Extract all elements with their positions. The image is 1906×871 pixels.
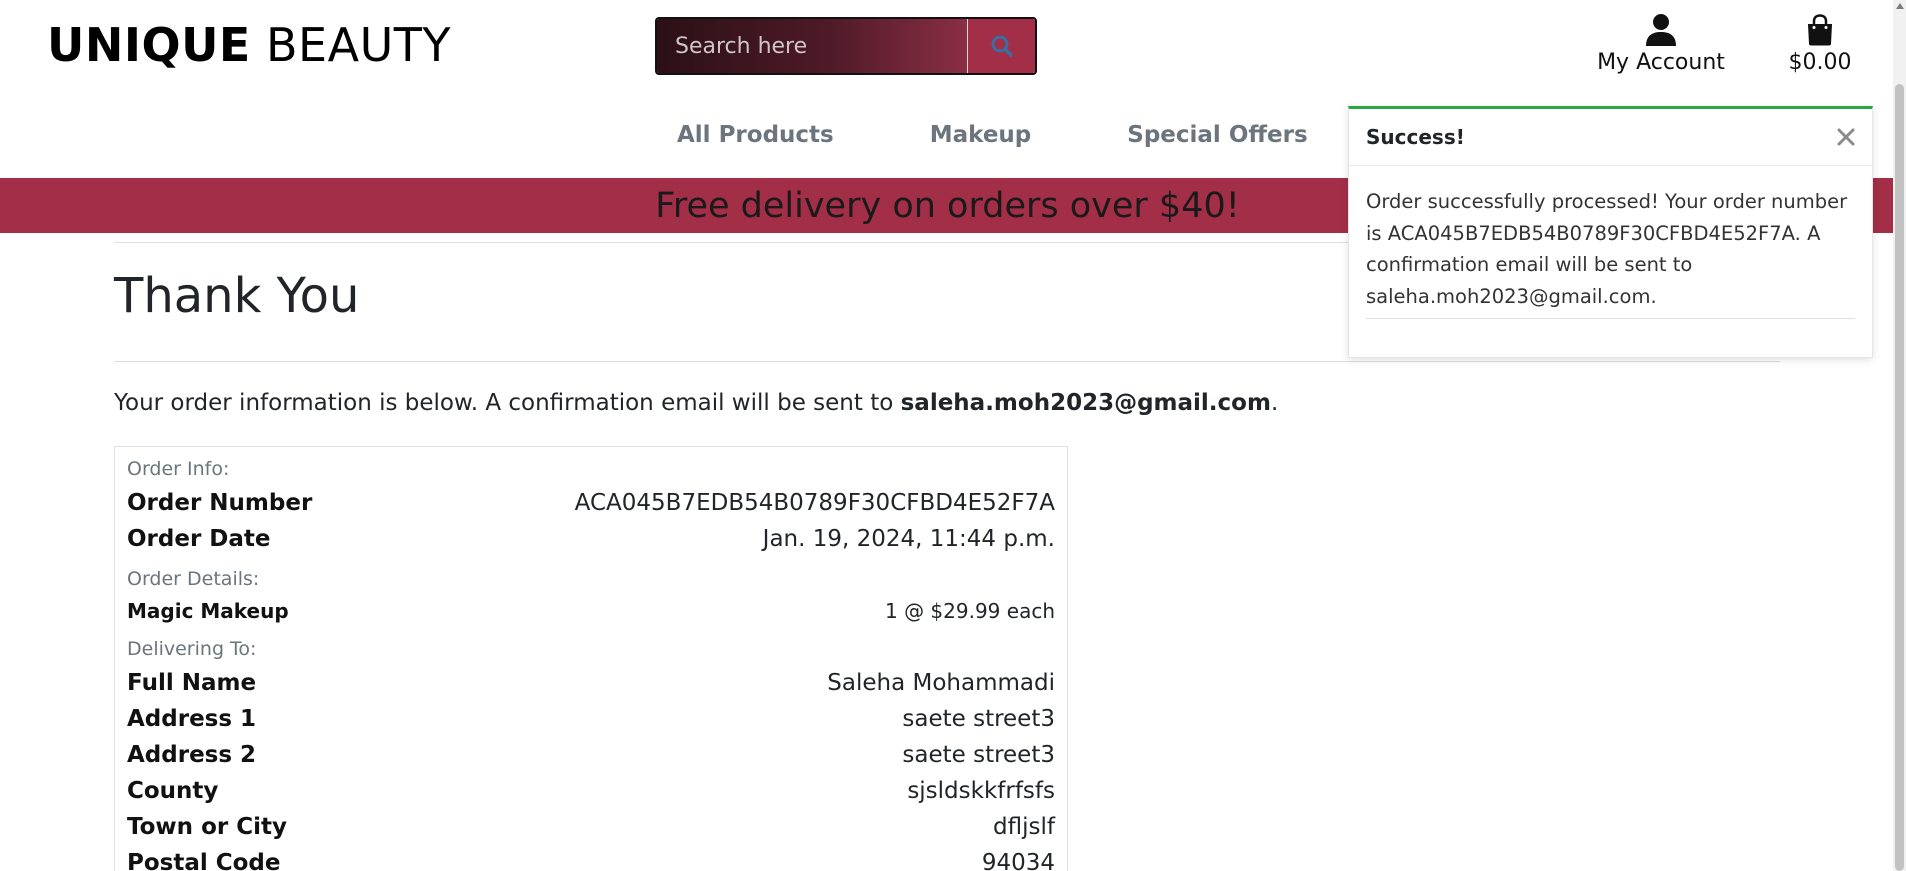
delivery-label: Address 2 bbox=[127, 742, 257, 768]
success-toast: Success! Order successfully processed! Y… bbox=[1348, 106, 1873, 358]
page-title: Thank You bbox=[114, 268, 360, 324]
page: UNIQUE BEAUTY My Account bbox=[0, 0, 1906, 871]
scrollbar-thumb[interactable] bbox=[1895, 84, 1904, 871]
order-number-value: ACA045B7EDB54B0789F30CFBD4E52F7A bbox=[574, 490, 1055, 516]
my-account-link[interactable]: My Account bbox=[1596, 10, 1726, 75]
delivery-value: saete street3 bbox=[902, 706, 1055, 732]
delivery-banner-text: Free delivery on orders over $40! bbox=[655, 185, 1240, 226]
delivery-label: Full Name bbox=[127, 670, 257, 696]
delivery-row: Full Name Saleha Mohammadi bbox=[127, 665, 1055, 701]
shopping-bag-icon bbox=[1808, 14, 1832, 46]
order-item-name: Magic Makeup bbox=[127, 599, 289, 623]
delivery-row: Address 2 saete street3 bbox=[127, 737, 1055, 773]
site-logo[interactable]: UNIQUE BEAUTY bbox=[47, 18, 451, 72]
order-details-label: Order Details: bbox=[127, 568, 260, 590]
delivery-label: Town or City bbox=[127, 814, 287, 840]
order-item-row: Magic Makeup 1 @ $29.99 each bbox=[127, 595, 1055, 627]
page-scrollbar[interactable] bbox=[1893, 0, 1906, 871]
lead-prefix: Your order information is below. A confi… bbox=[114, 390, 901, 416]
delivery-label: Postal Code bbox=[127, 850, 281, 871]
toast-header: Success! bbox=[1349, 109, 1872, 166]
delivery-row: Address 1 saete street3 bbox=[127, 701, 1055, 737]
chevron-up-icon bbox=[1895, 3, 1904, 9]
user-icon bbox=[1646, 14, 1676, 46]
logo-bold: UNIQUE bbox=[47, 18, 251, 72]
lead-suffix: . bbox=[1270, 390, 1279, 416]
delivery-value: 94034 bbox=[981, 850, 1055, 871]
search-button[interactable] bbox=[967, 19, 1035, 73]
toast-title: Success! bbox=[1366, 125, 1465, 149]
delivery-row: Town or City dfljslf bbox=[127, 809, 1055, 845]
nav-all-products[interactable]: All Products bbox=[677, 122, 834, 148]
cart-total: $0.00 bbox=[1788, 50, 1852, 75]
close-icon bbox=[1837, 128, 1855, 146]
toast-message: Order successfully processed! Your order… bbox=[1366, 190, 1848, 308]
delivery-value: sjsldskkfrfsfs bbox=[907, 778, 1055, 804]
search-input[interactable] bbox=[657, 19, 967, 73]
order-number-label: Order Number bbox=[127, 490, 313, 516]
order-summary-box: Order Info: Order Number ACA045B7EDB54B0… bbox=[114, 446, 1068, 871]
lead-email: saleha.moh2023@gmail.com bbox=[900, 390, 1271, 416]
nav-makeup[interactable]: Makeup bbox=[930, 122, 1032, 148]
toast-divider bbox=[1366, 318, 1855, 319]
logo-light: BEAUTY bbox=[265, 18, 451, 72]
nav-special-offers[interactable]: Special Offers bbox=[1127, 122, 1307, 148]
order-number-row: Order Number ACA045B7EDB54B0789F30CFBD4E… bbox=[127, 485, 1055, 521]
order-lead-text: Your order information is below. A confi… bbox=[114, 390, 1278, 416]
delivery-value: dfljslf bbox=[993, 814, 1055, 840]
order-date-label: Order Date bbox=[127, 526, 271, 552]
delivery-value: Saleha Mohammadi bbox=[827, 670, 1055, 696]
toast-close-button[interactable] bbox=[1837, 122, 1855, 152]
delivery-value: saete street3 bbox=[902, 742, 1055, 768]
delivery-label: Address 1 bbox=[127, 706, 257, 732]
delivering-to-label: Delivering To: bbox=[127, 638, 257, 660]
delivery-row: County sjsldskkfrfsfs bbox=[127, 773, 1055, 809]
delivery-label: County bbox=[127, 778, 219, 804]
delivery-row: Postal Code 94034 bbox=[127, 845, 1055, 871]
search-form bbox=[655, 17, 1037, 75]
order-date-row: Order Date Jan. 19, 2024, 11:44 p.m. bbox=[127, 521, 1055, 557]
my-account-label: My Account bbox=[1597, 50, 1725, 75]
order-info-label: Order Info: bbox=[127, 458, 230, 480]
cart-link[interactable]: $0.00 bbox=[1785, 10, 1855, 75]
order-date-value: Jan. 19, 2024, 11:44 p.m. bbox=[762, 526, 1055, 552]
order-item-qty-price: 1 @ $29.99 each bbox=[884, 599, 1055, 623]
main-nav: All Products Makeup Special Offers bbox=[677, 122, 1308, 148]
search-icon bbox=[991, 35, 1013, 57]
scroll-up-arrow[interactable] bbox=[1894, 0, 1905, 12]
divider bbox=[114, 361, 1780, 362]
